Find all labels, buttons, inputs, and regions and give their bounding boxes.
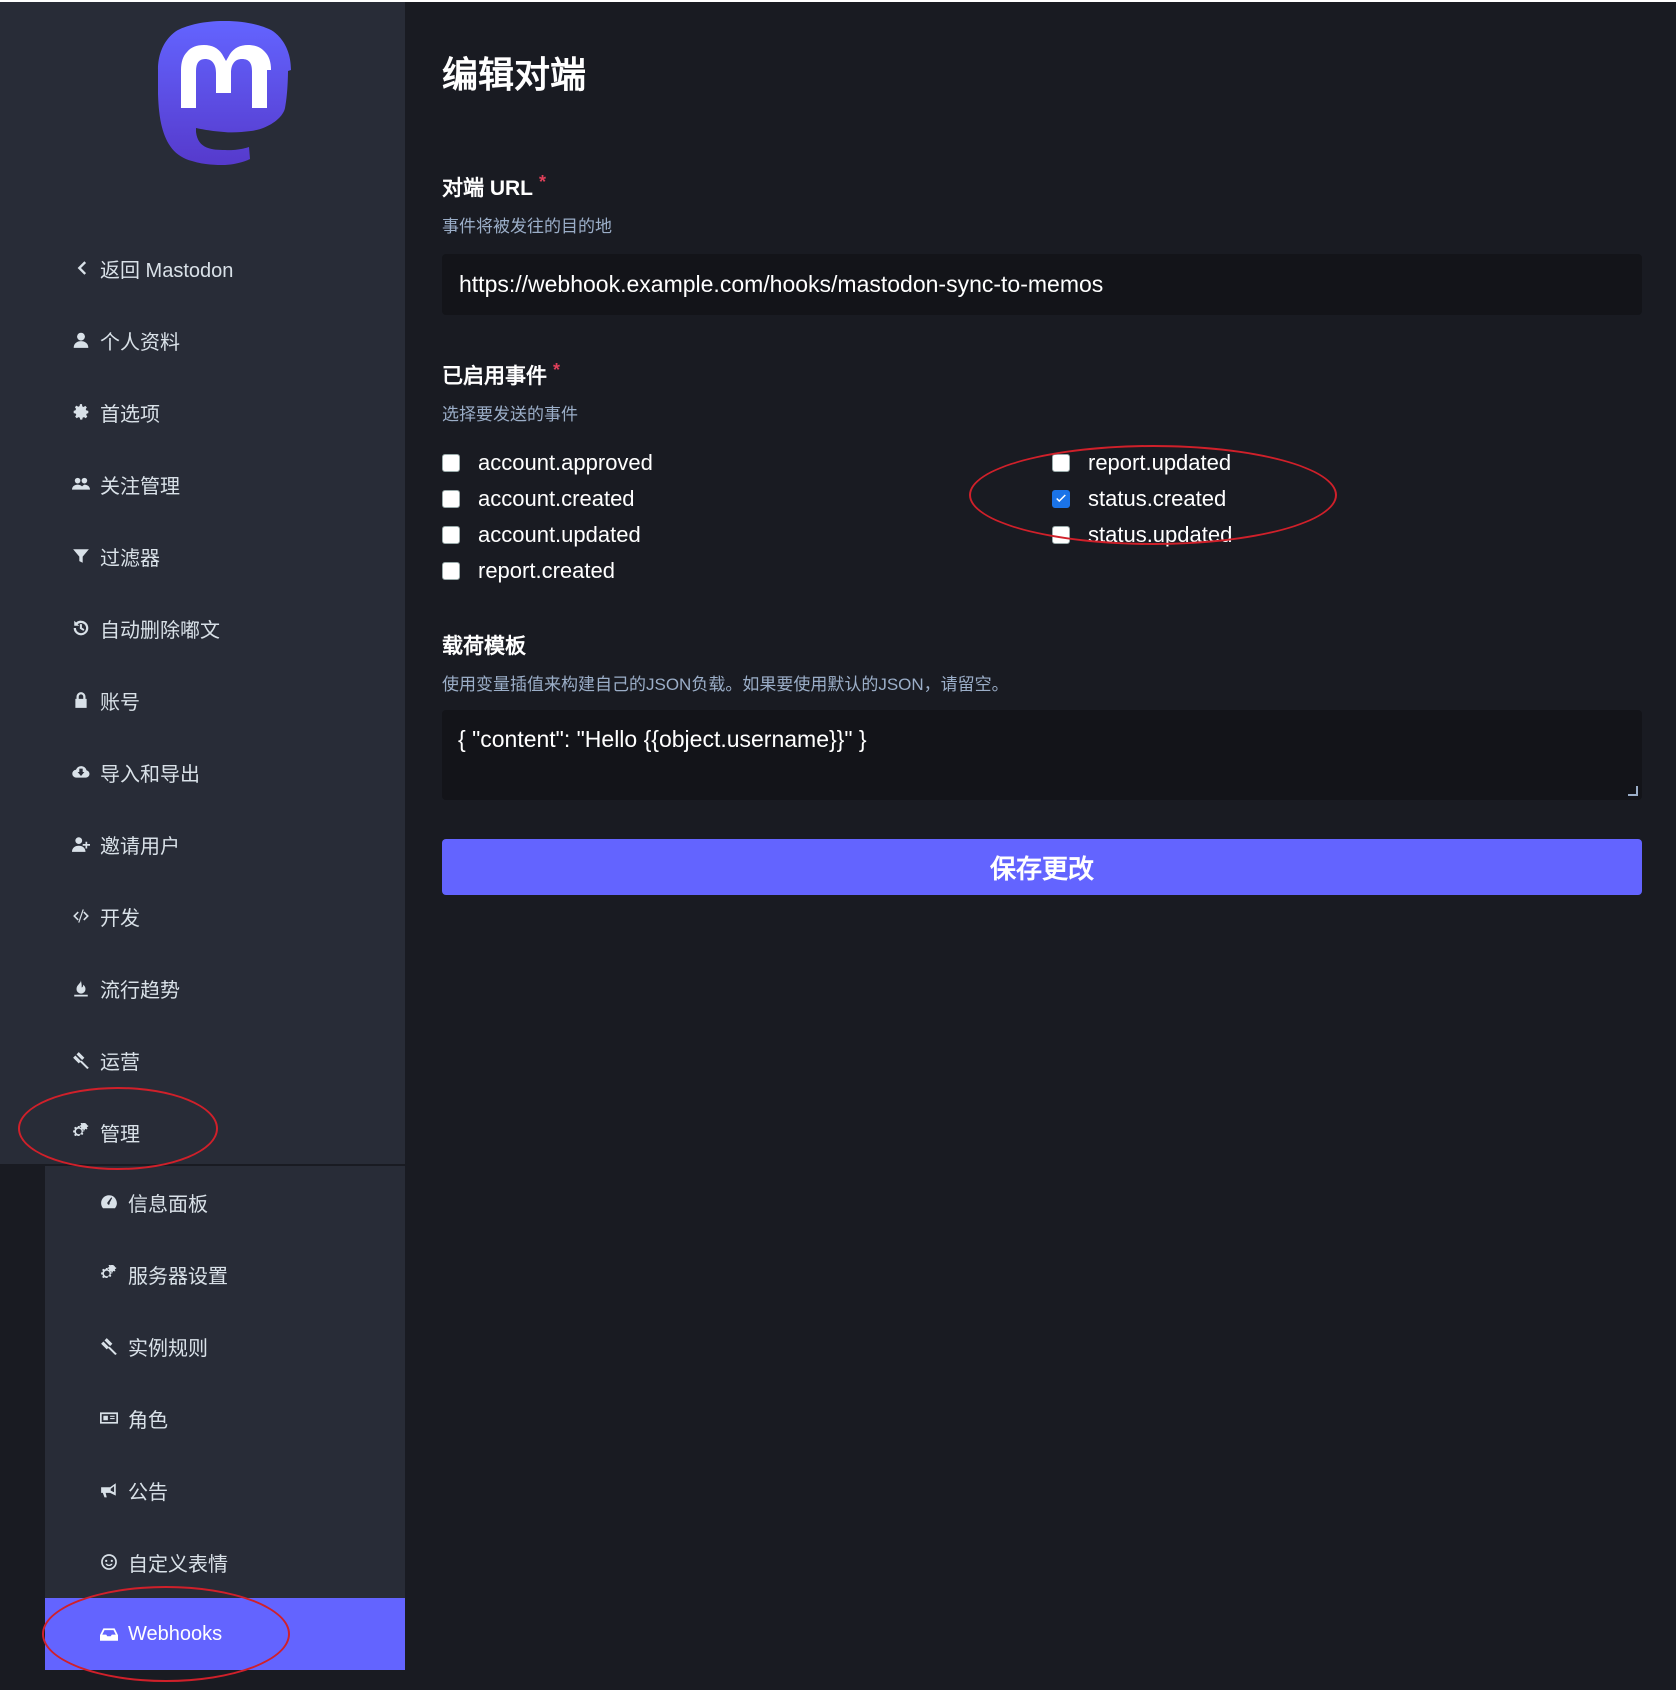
url-hint: 事件将被发往的目的地 bbox=[442, 217, 612, 236]
save-button[interactable]: 保存更改 bbox=[442, 839, 1642, 895]
sidebar-item-development[interactable]: 开发 bbox=[0, 880, 405, 952]
sidebar-item-auto-delete[interactable]: 自动删除嘟文 bbox=[0, 592, 405, 664]
cogs-icon bbox=[98, 1263, 120, 1285]
sidebar-item-label: 邀请用户 bbox=[100, 835, 180, 858]
users-icon bbox=[70, 473, 92, 495]
sidebar-item-label: 首选项 bbox=[100, 403, 160, 426]
events-label: 已启用事件 * bbox=[442, 360, 1642, 390]
id-card-icon bbox=[98, 1407, 120, 1429]
history-icon bbox=[70, 617, 92, 639]
sidebar-item-preferences[interactable]: 首选项 bbox=[0, 376, 405, 448]
checkbox[interactable] bbox=[442, 454, 460, 472]
event-checkbox-account-approved[interactable]: account.approved bbox=[442, 448, 653, 478]
sidebar-item-label: 关注管理 bbox=[100, 475, 180, 498]
sidebar-item-label: 角色 bbox=[128, 1409, 168, 1432]
page-title: 编辑对端 bbox=[442, 54, 587, 95]
sidebar-item-label: 公告 bbox=[128, 1481, 168, 1504]
sidebar-item-label: 实例规则 bbox=[128, 1337, 208, 1360]
sidebar-item-server-rules[interactable]: 实例规则 bbox=[45, 1310, 405, 1382]
template-hint: 使用变量插值来构建自己的JSON负载。如果要使用默认的JSON，请留空。 bbox=[442, 675, 1009, 694]
user-plus-icon bbox=[70, 833, 92, 855]
sidebar-item-announcements[interactable]: 公告 bbox=[45, 1454, 405, 1526]
smile-icon bbox=[98, 1551, 120, 1573]
sidebar-item-label: 信息面板 bbox=[128, 1193, 208, 1216]
sidebar-item-server-settings[interactable]: 服务器设置 bbox=[45, 1238, 405, 1310]
mastodon-logo-icon bbox=[158, 21, 291, 165]
sidebar-item-profile[interactable]: 个人资料 bbox=[0, 304, 405, 376]
sidebar-item-trends[interactable]: 流行趋势 bbox=[0, 952, 405, 1024]
sidebar-item-label: 运营 bbox=[100, 1051, 140, 1074]
required-mark: * bbox=[553, 360, 561, 380]
events-field-group: 已启用事件 * 选择要发送的事件 account.approved account… bbox=[442, 360, 1642, 583]
url-field-group: 对端 URL * 事件将被发往的目的地 https://webhook.examp… bbox=[442, 172, 1642, 315]
event-checkbox-report-created[interactable]: report.created bbox=[442, 556, 615, 586]
annotation-ellipse-webhooks bbox=[42, 1586, 290, 1682]
checkbox[interactable] bbox=[442, 526, 460, 544]
sidebar-item-label: 导入和导出 bbox=[100, 763, 200, 786]
sidebar-item-account[interactable]: 账号 bbox=[0, 664, 405, 736]
template-value: { "content": "Hello {{object.username}}"… bbox=[458, 726, 867, 752]
user-icon bbox=[70, 329, 92, 351]
event-checkbox-account-updated[interactable]: account.updated bbox=[442, 520, 641, 550]
sidebar-item-label: 开发 bbox=[100, 907, 140, 930]
sidebar-item-label: 过滤器 bbox=[100, 547, 160, 570]
template-label: 载荷模板 bbox=[442, 635, 526, 658]
sidebar-item-import-export[interactable]: 导入和导出 bbox=[0, 736, 405, 808]
gavel-icon bbox=[98, 1335, 120, 1357]
gear-icon bbox=[70, 401, 92, 423]
cloud-download-icon bbox=[70, 761, 92, 783]
url-label-text: 对端 URL bbox=[442, 177, 533, 200]
sidebar-item-custom-emojis[interactable]: 自定义表情 bbox=[45, 1526, 405, 1598]
event-label: account.approved bbox=[478, 450, 653, 475]
sidebar-item-moderation[interactable]: 运营 bbox=[0, 1024, 405, 1096]
code-icon bbox=[70, 905, 92, 927]
sidebar-item-label: 服务器设置 bbox=[128, 1265, 228, 1288]
event-label: report.created bbox=[478, 558, 615, 583]
sidebar-item-label: 账号 bbox=[100, 691, 140, 714]
event-label: account.created bbox=[478, 486, 635, 511]
annotation-ellipse-admin bbox=[18, 1087, 218, 1170]
template-field-group: 载荷模板 使用变量插值来构建自己的JSON负载。如果要使用默认的JSON，请留空… bbox=[442, 630, 1642, 800]
fire-icon bbox=[70, 977, 92, 999]
events-hint: 选择要发送的事件 bbox=[442, 405, 578, 424]
resize-handle-icon[interactable] bbox=[1628, 786, 1638, 796]
sidebar: 返回 Mastodon 个人资料 首选项 关注管理 过滤器 自动删除嘟文 账号 bbox=[0, 2, 405, 1690]
url-label: 对端 URL * bbox=[442, 172, 1642, 202]
template-textarea[interactable]: { "content": "Hello {{object.username}}"… bbox=[442, 710, 1642, 800]
sidebar-item-relationships[interactable]: 关注管理 bbox=[0, 448, 405, 520]
sidebar-item-invite[interactable]: 邀请用户 bbox=[0, 808, 405, 880]
sidebar-item-label: 个人资料 bbox=[100, 331, 180, 354]
sidebar-item-label: 自定义表情 bbox=[128, 1553, 228, 1576]
sidebar-item-roles[interactable]: 角色 bbox=[45, 1382, 405, 1454]
url-input[interactable]: https://webhook.example.com/hooks/mastod… bbox=[442, 254, 1642, 315]
events-label-text: 已启用事件 bbox=[442, 365, 547, 388]
annotation-ellipse-events bbox=[969, 445, 1337, 545]
filter-icon bbox=[70, 545, 92, 567]
sidebar-item-label: 返回 Mastodon bbox=[100, 259, 234, 282]
mastodon-logo[interactable] bbox=[155, 20, 295, 170]
lock-icon bbox=[70, 689, 92, 711]
dashboard-icon bbox=[98, 1191, 120, 1213]
required-mark: * bbox=[539, 172, 547, 192]
sidebar-item-filters[interactable]: 过滤器 bbox=[0, 520, 405, 592]
sidebar-item-back[interactable]: 返回 Mastodon bbox=[0, 232, 405, 304]
checkbox[interactable] bbox=[442, 562, 460, 580]
sidebar-item-dashboard[interactable]: 信息面板 bbox=[45, 1166, 405, 1238]
bullhorn-icon bbox=[98, 1479, 120, 1501]
sidebar-nav: 返回 Mastodon 个人资料 首选项 关注管理 过滤器 自动删除嘟文 账号 bbox=[0, 232, 405, 1168]
sidebar-item-label: 自动删除嘟文 bbox=[100, 619, 220, 642]
event-label: account.updated bbox=[478, 522, 641, 547]
checkbox[interactable] bbox=[442, 490, 460, 508]
event-checkbox-account-created[interactable]: account.created bbox=[442, 484, 635, 514]
chevron-left-icon bbox=[70, 257, 92, 279]
sidebar-item-label: 流行趋势 bbox=[100, 979, 180, 1002]
gavel-icon bbox=[70, 1049, 92, 1071]
